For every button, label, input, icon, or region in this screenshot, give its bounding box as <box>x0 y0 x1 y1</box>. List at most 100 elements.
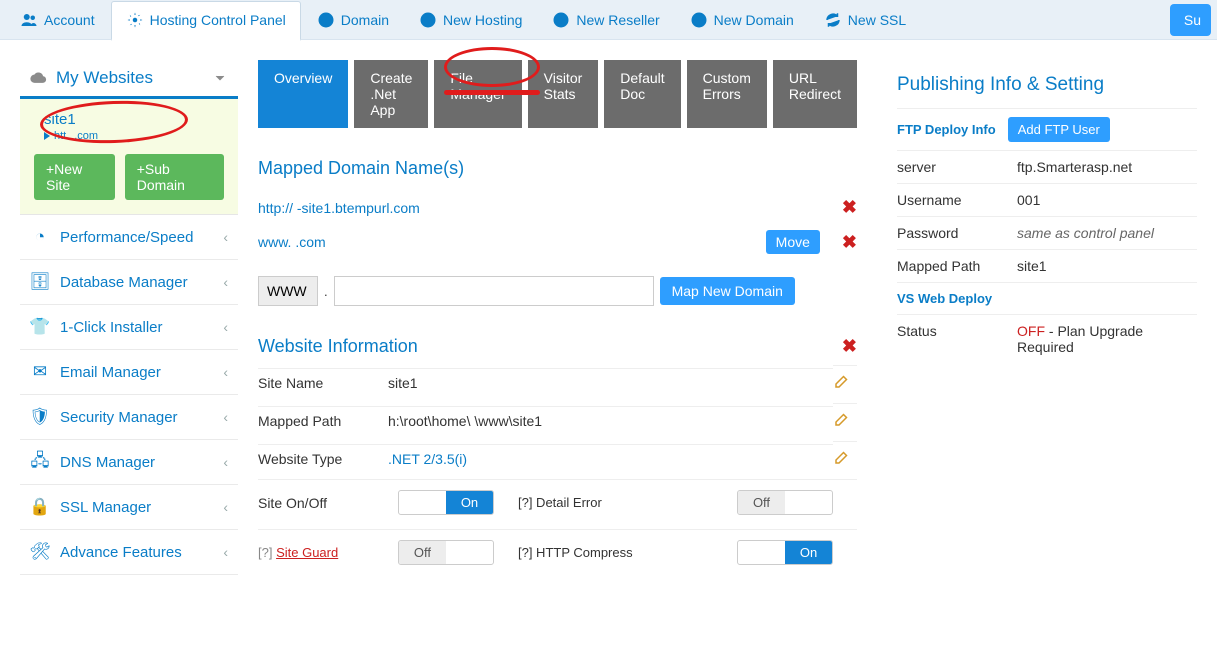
plus-circle-icon <box>419 11 437 29</box>
delete-website[interactable]: ✖ <box>842 336 857 357</box>
tab-custom-errors[interactable]: Custom Errors <box>687 60 767 128</box>
server-icon: 🖧 <box>30 452 50 472</box>
ftp-deploy-link[interactable]: FTP Deploy Info <box>897 122 996 137</box>
sidebar-item--click-installer[interactable]: 👕1-Click Installer‹ <box>20 305 238 350</box>
sidebar-item-security-manager[interactable]: 🛡 Security Manager ‹ <box>20 395 238 440</box>
delete-domain-1[interactable]: ✖ <box>842 197 857 218</box>
domain-row-2: www. .com Move ✖ <box>258 224 857 260</box>
sidebar-item-database-manager[interactable]: 🗄Database Manager‹ <box>20 260 238 305</box>
edit-icon[interactable] <box>833 448 851 466</box>
site-guard-toggle[interactable]: Off <box>398 540 494 565</box>
delete-domain-2[interactable]: ✖ <box>842 232 857 253</box>
site-box: site1 htt .com +New Site +Sub Domain <box>20 99 238 215</box>
username-label: Username <box>897 183 1017 216</box>
domain-text-2: www. .com <box>258 234 326 250</box>
site-name-label: Site Name <box>258 368 388 397</box>
plus-circle-icon <box>552 11 570 29</box>
users-icon <box>20 11 38 29</box>
envelope-icon: ✉ <box>30 362 50 382</box>
globe-icon <box>317 11 335 29</box>
pi-mapped-path-value: site1 <box>1017 249 1197 282</box>
annotation-underline <box>444 90 540 95</box>
vs-web-deploy-link[interactable]: VS Web Deploy <box>897 291 992 306</box>
play-icon <box>44 132 50 140</box>
shield-icon: 🛡 <box>30 407 50 427</box>
nav-new-hosting-label: New Hosting <box>443 12 522 28</box>
nav-domain-label: Domain <box>341 12 389 28</box>
domain-link-1[interactable]: http:// -site1.btempurl.com <box>258 200 420 216</box>
edit-icon[interactable] <box>833 410 851 428</box>
nav-domain[interactable]: Domain <box>303 0 403 40</box>
subdomain-input[interactable] <box>258 276 318 306</box>
sidebar-item-email-manager[interactable]: ✉ Email Manager ‹ <box>20 350 238 395</box>
status-label: Status <box>897 314 1017 363</box>
gear-icon <box>126 11 144 29</box>
site-onoff-toggle[interactable]: On <box>398 490 494 515</box>
sidebar-item-dns-manager[interactable]: 🖧 DNS Manager ‹ <box>20 440 238 485</box>
globe-icon <box>690 11 708 29</box>
edit-icon[interactable] <box>833 372 851 390</box>
site-guard-label: [?] Site Guard <box>258 545 388 560</box>
nav-new-reseller[interactable]: New Reseller <box>538 0 673 40</box>
sidebar-item-ssl-manager[interactable]: 🔒SSL Manager‹ <box>20 485 238 530</box>
add-ftp-user-button[interactable]: Add FTP User <box>1008 117 1110 142</box>
sidebar-item-advance-features[interactable]: 🛠Advance Features‹ <box>20 530 238 575</box>
tab-overview[interactable]: Overview <box>258 60 348 128</box>
tab-url-redirect[interactable]: URL Redirect <box>773 60 857 128</box>
support-button[interactable]: Su <box>1170 4 1211 36</box>
sidebar-item-label: Advance Features <box>60 544 182 561</box>
chevron-left-icon: ‹ <box>223 454 228 470</box>
move-button[interactable]: Move <box>766 230 820 254</box>
sidebar-item-label: Database Manager <box>60 274 188 291</box>
site-url[interactable]: htt .com <box>34 130 224 142</box>
server-label: server <box>897 150 1017 183</box>
shirt-icon: 👕 <box>30 317 50 337</box>
content: OverviewCreate .Net AppFile ManagerVisit… <box>258 60 857 575</box>
tab-default-doc[interactable]: Default Doc <box>604 60 680 128</box>
domain-input[interactable] <box>334 276 654 306</box>
nav-new-hosting[interactable]: New Hosting <box>405 0 536 40</box>
site-name-value: site1 <box>388 368 833 397</box>
sidebar: My Websites site1 htt .com +New Site +Su… <box>20 60 238 575</box>
sidebar-item-label: DNS Manager <box>60 454 155 471</box>
site-onoff-label: Site On/Off <box>258 495 388 511</box>
password-label: Password <box>897 216 1017 249</box>
nav-new-ssl-label: New SSL <box>848 12 906 28</box>
chevron-left-icon: ‹ <box>223 364 228 380</box>
publishing-title: Publishing Info & Setting <box>897 74 1197 96</box>
domain-row-1: http:// -site1.btempurl.com ✖ <box>258 191 857 224</box>
http-compress-toggle[interactable]: On <box>737 540 833 565</box>
detail-error-link[interactable]: [?] Detail Error <box>518 495 727 510</box>
website-info-grid: Site Name site1 Mapped Path h:\root\home… <box>258 365 857 475</box>
password-value: same as control panel <box>1017 216 1197 249</box>
gauge-icon: ◔ <box>30 227 50 247</box>
tab-create-net-app[interactable]: Create .Net App <box>354 60 428 128</box>
sidebar-item-label: Performance/Speed <box>60 229 193 246</box>
lock-icon: 🔒 <box>30 497 50 517</box>
nav-new-ssl[interactable]: New SSL <box>810 0 920 40</box>
chevron-left-icon: ‹ <box>223 409 228 425</box>
site-guard-link[interactable]: Site Guard <box>276 545 338 560</box>
sidebar-item-performance-speed[interactable]: ◔Performance/Speed‹ <box>20 215 238 260</box>
http-compress-link[interactable]: [?] HTTP Compress <box>518 545 727 560</box>
username-value: 001 <box>1017 183 1197 216</box>
detail-error-toggle[interactable]: Off <box>737 490 833 515</box>
map-new-domain-button[interactable]: Map New Domain <box>660 277 795 305</box>
nav-new-domain[interactable]: New Domain <box>676 0 808 40</box>
nav-account[interactable]: Account <box>6 0 109 40</box>
sidebar-item-label: Email Manager <box>60 364 161 381</box>
chevron-left-icon: ‹ <box>223 319 228 335</box>
nav-hosting-cp[interactable]: Hosting Control Panel <box>111 1 301 41</box>
publishing-panel: Publishing Info & Setting FTP Deploy Inf… <box>897 60 1197 575</box>
sidebar-header-my-websites[interactable]: My Websites <box>20 60 238 99</box>
top-nav: Account Hosting Control Panel Domain New… <box>0 0 1217 40</box>
new-site-button[interactable]: +New Site <box>34 154 115 200</box>
cloud-icon <box>30 69 48 87</box>
sidebar-item-label: Security Manager <box>60 409 178 426</box>
sidebar-item-label: SSL Manager <box>60 499 151 516</box>
nav-account-label: Account <box>44 12 95 28</box>
sub-domain-button[interactable]: +Sub Domain <box>125 154 224 200</box>
nav-new-reseller-label: New Reseller <box>576 12 659 28</box>
site-name[interactable]: site1 <box>34 111 224 128</box>
chevron-left-icon: ‹ <box>223 544 228 560</box>
